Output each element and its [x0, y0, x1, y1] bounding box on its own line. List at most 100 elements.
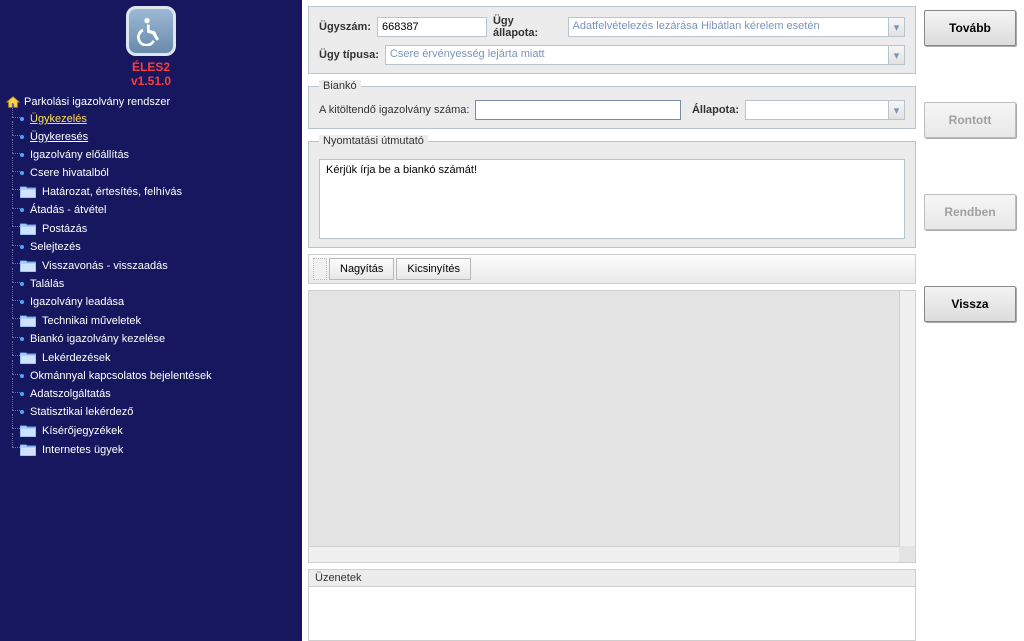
case-number-field [377, 17, 487, 37]
sidebar-item[interactable]: Internetes ügyek [6, 440, 296, 459]
sidebar-item-label[interactable]: Határozat, értesítés, felhívás [42, 186, 182, 198]
sidebar-item[interactable]: Csere hivatalból [6, 164, 296, 182]
sidebar-item-label[interactable]: Átadás - átvétel [30, 204, 106, 216]
scrollbar-vertical[interactable] [899, 291, 915, 546]
nav-root-label: Parkolási igazolvány rendszer [24, 96, 170, 108]
zoom-toolbar-handle [313, 258, 327, 280]
print-preview-area [308, 290, 916, 563]
sidebar-item[interactable]: Postázás [6, 219, 296, 238]
case-type-label: Ügy típusa: [319, 49, 379, 61]
zoom-out-button[interactable]: Kicsinyítés [396, 258, 471, 280]
sidebar-item[interactable]: Selejtezés [6, 238, 296, 256]
folder-icon [20, 443, 36, 456]
bullet-icon [20, 208, 24, 212]
sidebar-item[interactable]: Lekérdezések [6, 348, 296, 367]
sidebar-item-label[interactable]: Ügykezelés [30, 113, 87, 125]
sidebar-item[interactable]: Ügykeresés [6, 128, 296, 146]
action-button-column: Tovább Rontott Rendben Vissza [924, 6, 1016, 641]
sidebar-item-label[interactable]: Biankó igazolvány kezelése [30, 333, 165, 345]
messages-panel: Üzenetek [308, 569, 916, 641]
sidebar-item-label[interactable]: Visszavonás - visszaadás [42, 260, 168, 272]
print-guide-text: Kérjük írja be a biankó számát! [319, 159, 905, 239]
messages-body [308, 587, 916, 641]
dropdown-icon: ▾ [888, 46, 904, 64]
case-info-group: Ügyszám: Ügy állapota: Adatfelvételezés … [308, 6, 916, 74]
folder-icon [20, 351, 36, 364]
sidebar-item[interactable]: Átadás - átvétel [6, 201, 296, 219]
sidebar-item[interactable]: Kísérőjegyzékek [6, 421, 296, 440]
case-number-label: Ügyszám: [319, 21, 371, 33]
bianko-status-select: ▾ [745, 100, 905, 120]
sidebar-item-label[interactable]: Igazolvány leadása [30, 296, 124, 308]
case-type-value: Csere érvényesség lejárta miatt [386, 46, 888, 64]
nav-root[interactable]: Parkolási igazolvány rendszer [6, 94, 296, 110]
zoom-toolbar: Nagyítás Kicsinyítés [308, 254, 916, 284]
sidebar-item[interactable]: Igazolvány előállítás [6, 146, 296, 164]
case-status-label: Ügy állapota: [493, 15, 562, 39]
bullet-icon [20, 300, 24, 304]
sidebar-item-label[interactable]: Statisztikai lekérdező [30, 406, 133, 418]
sidebar-item[interactable]: Határozat, értesítés, felhívás [6, 182, 296, 201]
bianko-legend: Biankó [319, 80, 361, 92]
bullet-icon [20, 171, 24, 175]
sidebar-item-label[interactable]: Igazolvány előállítás [30, 149, 129, 161]
bullet-icon [20, 374, 24, 378]
bullet-icon [20, 282, 24, 286]
folder-icon [20, 314, 36, 327]
scrollbar-horizontal[interactable] [309, 546, 899, 562]
case-type-select: Csere érvényesség lejárta miatt ▾ [385, 45, 905, 65]
sidebar-item[interactable]: Okmánnyal kapcsolatos bejelentések [6, 367, 296, 385]
print-guide-legend: Nyomtatási útmutató [319, 135, 428, 147]
folder-icon [20, 185, 36, 198]
sidebar-item-label[interactable]: Lekérdezések [42, 352, 111, 364]
zoom-in-button[interactable]: Nagyítás [329, 258, 394, 280]
wheelchair-icon [135, 14, 167, 49]
bullet-icon [20, 135, 24, 139]
sidebar-item-label[interactable]: Adatszolgáltatás [30, 388, 111, 400]
sidebar: ÉLES2 v1.51.0 Parkolási igazolvány rends… [0, 0, 302, 641]
folder-icon [20, 259, 36, 272]
sidebar-item-label[interactable]: Internetes ügyek [42, 444, 123, 456]
next-button[interactable]: Tovább [924, 10, 1016, 46]
app-logo-wrap: ÉLES2 v1.51.0 [0, 0, 302, 92]
sidebar-item-label[interactable]: Ügykeresés [30, 131, 88, 143]
folder-icon [20, 222, 36, 235]
sidebar-item[interactable]: Ügykezelés [6, 110, 296, 128]
sidebar-item-label[interactable]: Selejtezés [30, 241, 81, 253]
sidebar-item[interactable]: Technikai műveletek [6, 311, 296, 330]
main-area: Ügyszám: Ügy állapota: Adatfelvételezés … [302, 0, 1024, 641]
sidebar-item[interactable]: Igazolvány leadása [6, 293, 296, 311]
sidebar-item-label[interactable]: Postázás [42, 223, 87, 235]
case-status-value: Adatfelvételezés lezárása Hibátlan kérel… [569, 18, 888, 36]
sidebar-item[interactable]: Találás [6, 275, 296, 293]
dropdown-icon: ▾ [888, 18, 904, 36]
sidebar-item-label[interactable]: Csere hivatalból [30, 167, 109, 179]
sidebar-item-label[interactable]: Okmánnyal kapcsolatos bejelentések [30, 370, 212, 382]
app-logo [126, 6, 176, 56]
sidebar-item[interactable]: Adatszolgáltatás [6, 385, 296, 403]
sidebar-item[interactable]: Biankó igazolvány kezelése [6, 330, 296, 348]
bullet-icon [20, 392, 24, 396]
bullet-icon [20, 245, 24, 249]
ok-button: Rendben [924, 194, 1016, 230]
sidebar-item-label[interactable]: Találás [30, 278, 64, 290]
bianko-status-value [746, 101, 888, 119]
bullet-icon [20, 117, 24, 121]
content-column: Ügyszám: Ügy állapota: Adatfelvételezés … [308, 6, 916, 641]
folder-icon [20, 424, 36, 437]
sidebar-item-label[interactable]: Technikai műveletek [42, 315, 141, 327]
bullet-icon [20, 153, 24, 157]
app-version: v1.51.0 [0, 74, 302, 88]
dropdown-icon: ▾ [888, 101, 904, 119]
bianko-status-label: Állapota: [692, 104, 739, 116]
case-status-select: Adatfelvételezés lezárása Hibátlan kérel… [568, 17, 905, 37]
sidebar-item[interactable]: Visszavonás - visszaadás [6, 256, 296, 275]
print-guide-group: Nyomtatási útmutató Kérjük írja be a bia… [308, 135, 916, 248]
bianko-group: Biankó A kitöltendő igazolvány száma: Ál… [308, 80, 916, 129]
bullet-icon [20, 337, 24, 341]
bianko-number-input[interactable] [475, 100, 681, 120]
sidebar-item-label[interactable]: Kísérőjegyzékek [42, 425, 123, 437]
bianko-number-label: A kitöltendő igazolvány száma: [319, 104, 469, 116]
back-button[interactable]: Vissza [924, 286, 1016, 322]
sidebar-item[interactable]: Statisztikai lekérdező [6, 403, 296, 421]
